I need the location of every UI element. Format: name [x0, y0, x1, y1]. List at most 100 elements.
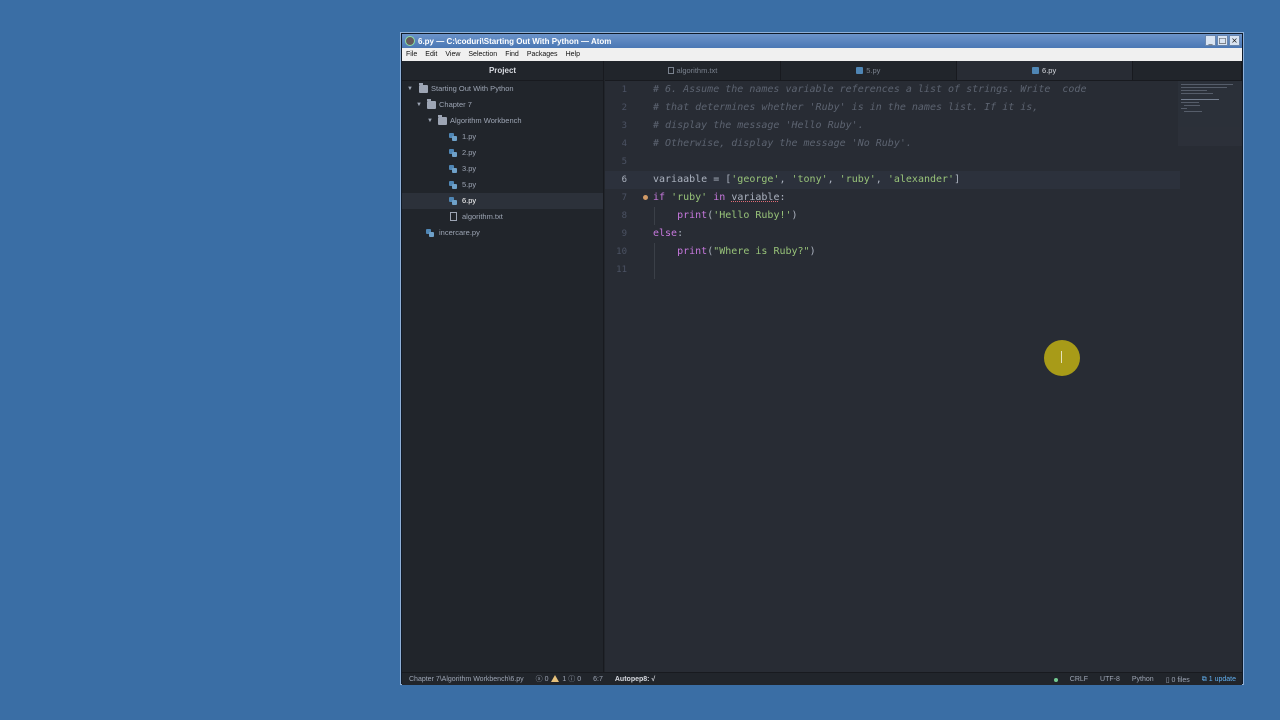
tree-file-6py[interactable]: 6.py: [402, 193, 603, 209]
status-update[interactable]: ⧉ 1 update: [1202, 676, 1236, 684]
close-button[interactable]: ×: [1229, 35, 1240, 46]
git-status-dot-icon: [1053, 677, 1058, 682]
editor-pane: algorithm.txt 5.py 6.py 1 # 6. Assume th…: [605, 61, 1242, 672]
status-encoding[interactable]: UTF-8: [1100, 676, 1120, 683]
status-grammar[interactable]: Python: [1132, 676, 1154, 683]
tree-label: Starting Out With Python: [431, 84, 514, 93]
tree-folder-root[interactable]: ▼ Starting Out With Python: [402, 81, 603, 97]
update-icon: ⧉: [1201, 675, 1207, 683]
tree-folder-chapter[interactable]: ▼ Chapter 7: [402, 97, 603, 113]
menu-find[interactable]: Find: [505, 51, 519, 58]
minimap-line: [1181, 84, 1233, 85]
minimap[interactable]: [1178, 81, 1242, 146]
line-number: 9: [621, 229, 627, 239]
tab-algorithm-txt[interactable]: algorithm.txt: [605, 61, 781, 80]
line-number: 10: [616, 247, 627, 257]
minimize-button[interactable]: _: [1205, 35, 1216, 46]
status-bar: Chapter 7\Algorithm Workbench\6.py ⓧ 0 1…: [402, 672, 1242, 685]
python-file-icon: [449, 149, 457, 157]
python-file-icon: [1032, 67, 1040, 74]
tree-label: 6.py: [462, 196, 477, 205]
tree-folder-workbench[interactable]: ▼ Algorithm Workbench: [402, 113, 603, 129]
warning-count: 1: [562, 676, 567, 683]
menu-selection[interactable]: Selection: [468, 51, 497, 58]
line-number: 11: [616, 265, 627, 275]
code-text: print("Where is Ruby?"): [677, 246, 816, 257]
code-line: 9 else:: [605, 225, 1180, 243]
menu-packages[interactable]: Packages: [527, 51, 558, 58]
code-text: # that determines whether 'Ruby' is in t…: [653, 102, 1039, 113]
python-file-icon: [449, 133, 457, 141]
code-line: 8 print('Hello Ruby!'): [605, 207, 1180, 225]
tree-label: incercare.py: [439, 228, 480, 237]
menu-bar: File Edit View Selection Find Packages H…: [402, 48, 1242, 61]
python-file-icon: [426, 229, 434, 237]
line-number: 8: [621, 211, 627, 221]
menu-help[interactable]: Help: [566, 51, 580, 58]
status-cursor-position[interactable]: 6:7: [593, 676, 603, 683]
code-line-active: 6 variaable = ['george', 'tony', 'ruby',…: [605, 171, 1180, 189]
code-line: 7 if 'ruby' in variable:: [605, 189, 1180, 207]
line-number: 7: [621, 193, 627, 203]
tab-5py[interactable]: 5.py: [781, 61, 957, 80]
tree-file-2py[interactable]: 2.py: [402, 145, 603, 161]
tab-bar: algorithm.txt 5.py 6.py: [605, 61, 1242, 81]
tree-file-5py[interactable]: 5.py: [402, 177, 603, 193]
title-bar[interactable]: 6.py — C:\coduri\Starting Out With Pytho…: [402, 34, 1242, 48]
code-line: 3 # display the message 'Hello Ruby'.: [605, 117, 1180, 135]
menu-view[interactable]: View: [445, 51, 460, 58]
code-text: # display the message 'Hello Ruby'.: [653, 120, 864, 131]
code-editor[interactable]: 1 # 6. Assume the names variable referen…: [605, 81, 1180, 651]
indent-guide: [654, 261, 655, 279]
code-text: # Otherwise, display the message 'No Rub…: [653, 138, 912, 149]
tree-label: 5.py: [462, 180, 477, 189]
tab-6py[interactable]: 6.py: [956, 61, 1133, 80]
code-text: # 6. Assume the names variable reference…: [653, 84, 1087, 95]
maximize-button[interactable]: □: [1217, 35, 1228, 46]
chevron-down-icon: ▼: [427, 118, 433, 124]
atom-window: 6.py — C:\coduri\Starting Out With Pytho…: [401, 33, 1243, 685]
files-label: 0 files: [1171, 676, 1190, 684]
tree-file-algorithm-txt[interactable]: algorithm.txt: [402, 209, 603, 225]
status-file-path[interactable]: Chapter 7\Algorithm Workbench\6.py: [409, 676, 524, 683]
tree-label: 2.py: [462, 148, 477, 157]
tree-header[interactable]: Project: [402, 61, 603, 81]
status-autopep8[interactable]: Autopep8: √: [615, 676, 655, 683]
status-linter[interactable]: ⓧ 0 1 ⓘ 0: [536, 674, 581, 684]
minimap-line: [1184, 105, 1200, 106]
folder-icon: [419, 83, 428, 93]
status-files[interactable]: ▯ 0 files: [1166, 676, 1190, 684]
minimap-line: [1181, 87, 1227, 88]
tree-file-incercare[interactable]: incercare.py: [402, 225, 603, 241]
folder-icon: [427, 99, 436, 109]
mouse-cursor-highlight: [1044, 340, 1080, 376]
tree-file-1py[interactable]: 1.py: [402, 129, 603, 145]
minimap-line: [1181, 102, 1199, 103]
text-file-icon: [667, 67, 674, 74]
tab-label: 5.py: [866, 66, 881, 75]
chevron-down-icon: ▼: [407, 86, 413, 92]
info-icon: ⓘ: [568, 676, 576, 683]
code-text: else:: [653, 228, 684, 239]
code-line: 10 print("Where is Ruby?"): [605, 243, 1180, 261]
code-text: print('Hello Ruby!'): [677, 210, 798, 221]
file-icon: ▯: [1165, 676, 1170, 684]
error-count: 0: [544, 676, 549, 683]
tree-label: Algorithm Workbench: [450, 116, 522, 125]
window-title: 6.py — C:\coduri\Starting Out With Pytho…: [418, 36, 612, 46]
lint-warning-icon[interactable]: [643, 195, 648, 200]
code-line: 1 # 6. Assume the names variable referen…: [605, 81, 1180, 99]
code-text: if 'ruby' in variable:: [653, 192, 786, 203]
line-number: 2: [621, 103, 627, 113]
menu-file[interactable]: File: [406, 51, 417, 58]
status-line-ending[interactable]: CRLF: [1070, 676, 1088, 683]
status-right: CRLF UTF-8 Python ▯ 0 files ⧉ 1 update: [1042, 673, 1236, 686]
minimap-line: [1181, 90, 1207, 91]
tree-file-3py[interactable]: 3.py: [402, 161, 603, 177]
python-file-icon: [856, 67, 864, 74]
menu-edit[interactable]: Edit: [425, 51, 437, 58]
code-line: 2 # that determines whether 'Ruby' is in…: [605, 99, 1180, 117]
window-controls: _ □ ×: [1205, 35, 1240, 46]
tab-label: algorithm.txt: [676, 66, 718, 75]
tab-label: 6.py: [1042, 66, 1057, 75]
